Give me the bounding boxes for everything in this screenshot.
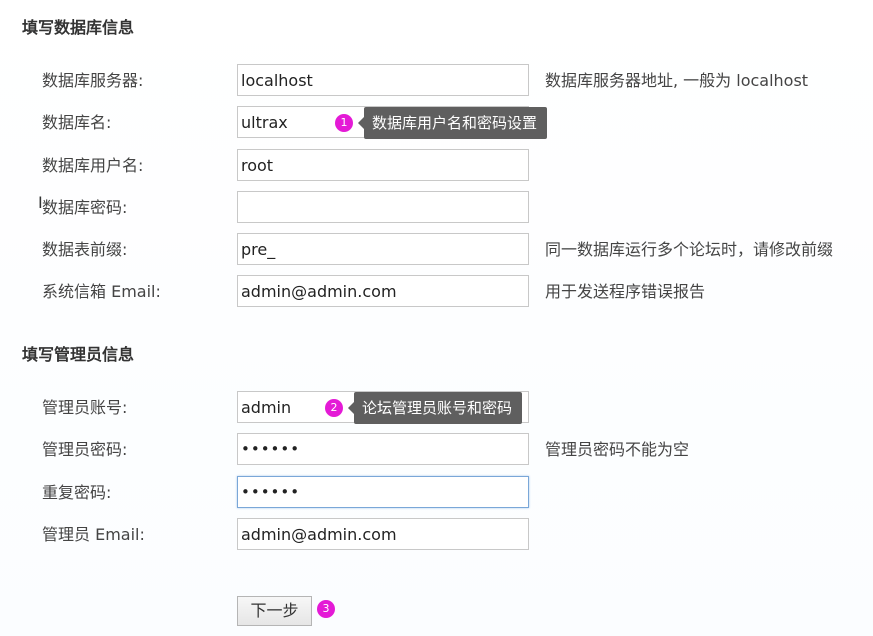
- repeat-password-input[interactable]: ••••••: [237, 476, 529, 508]
- table-prefix-label: 数据表前缀:: [42, 240, 128, 259]
- install-form-page: 填写数据库信息 数据库服务器: 数据库服务器地址, 一般为 localhost …: [0, 0, 873, 636]
- db-user-label: 数据库用户名:: [42, 156, 144, 175]
- db-password-input[interactable]: [237, 191, 529, 223]
- db-server-label: 数据库服务器:: [42, 71, 144, 90]
- admin-password-hint: 管理员密码不能为空: [545, 440, 690, 459]
- repeat-password-label: 重复密码:: [42, 483, 112, 502]
- admin-password-label: 管理员密码:: [42, 440, 128, 459]
- annotation-tooltip-1: 数据库用户名和密码设置: [357, 107, 548, 139]
- table-prefix-input[interactable]: [237, 233, 529, 265]
- table-prefix-hint: 同一数据库运行多个论坛时，请修改前缀: [545, 240, 834, 259]
- admin-section-title: 填写管理员信息: [22, 345, 135, 364]
- admin-password-input[interactable]: ••••••: [237, 433, 529, 465]
- admin-email-label: 管理员 Email:: [42, 525, 145, 544]
- system-email-label: 系统信箱 Email:: [42, 282, 161, 301]
- db-server-input[interactable]: [237, 64, 529, 96]
- db-server-hint: 数据库服务器地址, 一般为 localhost: [545, 71, 809, 90]
- next-step-button[interactable]: 下一步: [237, 596, 312, 626]
- annotation-badge-2: 2: [325, 399, 343, 417]
- system-email-input[interactable]: [237, 275, 529, 307]
- annotation-badge-1: 1: [335, 114, 353, 132]
- database-section-title: 填写数据库信息: [22, 18, 135, 37]
- db-password-label: 数据库密码:: [42, 198, 128, 217]
- annotation-tooltip-2: 论坛管理员账号和密码: [347, 392, 523, 424]
- db-user-input[interactable]: [237, 149, 529, 181]
- db-name-label: 数据库名:: [42, 113, 112, 132]
- admin-account-label: 管理员账号:: [42, 398, 128, 417]
- annotation-badge-3: 3: [317, 600, 335, 618]
- admin-email-input[interactable]: [237, 518, 529, 550]
- system-email-hint: 用于发送程序错误报告: [545, 282, 706, 301]
